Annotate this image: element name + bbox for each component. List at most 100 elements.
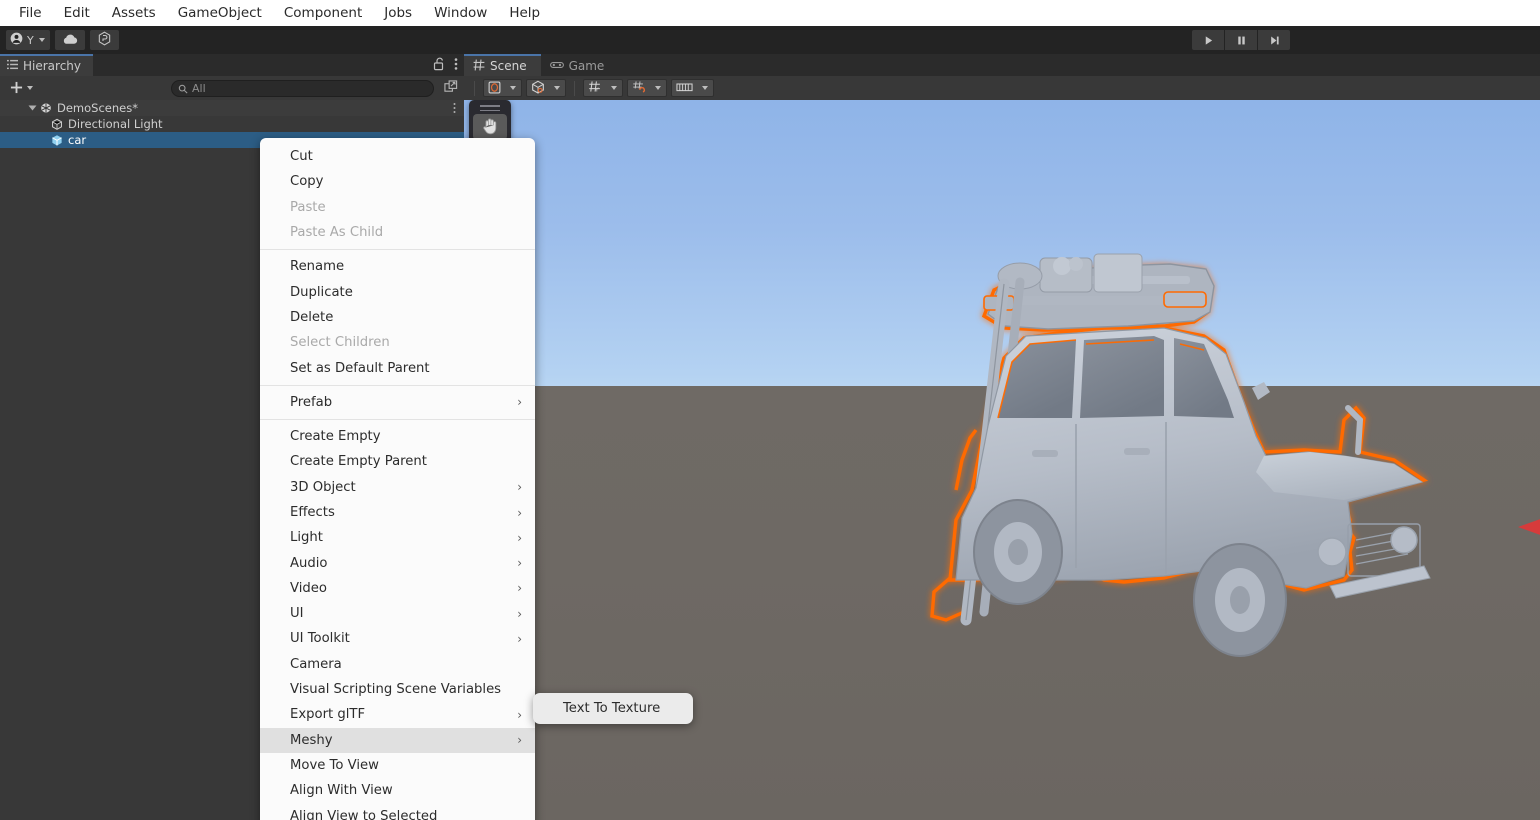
context-menu-item-create-empty[interactable]: Create Empty (260, 424, 535, 449)
context-menu-item-create-empty-parent[interactable]: Create Empty Parent (260, 449, 535, 474)
account-button[interactable]: Y (6, 30, 50, 50)
transform-gizmo[interactable] (1518, 100, 1540, 537)
meshy-submenu[interactable]: Text To Texture (533, 693, 693, 724)
hierarchy-search-input[interactable]: All (192, 82, 206, 95)
shaded-mode-icon (488, 79, 501, 98)
context-menu-item-3d-object[interactable]: 3D Object › (260, 475, 535, 500)
context-menu-item-export-gltf[interactable]: Export glTF › (260, 702, 535, 727)
hierarchy-row-demoscenes-[interactable]: DemoScenes* (0, 100, 464, 116)
submenu-item-text-to-texture[interactable]: Text To Texture (533, 693, 693, 724)
grid-size-dropdown[interactable] (671, 79, 714, 97)
menu-gameobject[interactable]: GameObject (167, 2, 273, 24)
context-menu-item-label: Delete (290, 309, 334, 325)
drag-handle[interactable] (480, 104, 500, 111)
chevron-right-icon: › (517, 581, 522, 596)
scene-tool-palette[interactable] (469, 100, 511, 143)
context-menu-item-label: Camera (290, 656, 342, 672)
hand-pan-tool[interactable] (473, 114, 507, 140)
context-menu-item-ui-toolkit[interactable]: UI Toolkit › (260, 626, 535, 651)
gizmos-y-icon: Y (588, 79, 602, 98)
context-menu-item-visual-scripting-scene-variables[interactable]: Visual Scripting Scene Variables (260, 677, 535, 702)
context-menu-item-label: Rename (290, 259, 345, 275)
context-menu-item-label: Cut (290, 149, 313, 165)
menu-assets[interactable]: Assets (101, 2, 167, 24)
search-icon (178, 79, 188, 98)
context-menu-item-set-as-default-parent[interactable]: Set as Default Parent (260, 355, 535, 380)
context-menu-item-ui[interactable]: UI › (260, 601, 535, 626)
context-menu-item-align-with-view[interactable]: Align With View (260, 778, 535, 803)
pause-button[interactable] (1225, 30, 1257, 50)
plus-icon (10, 79, 23, 98)
context-menu-item-label: Export glTF (290, 707, 366, 723)
draw-mode-dropdown[interactable] (483, 79, 522, 97)
unity-editor-window: File Edit Assets GameObject Component Jobs Win… (0, 0, 1540, 820)
kebab-menu-icon[interactable] (454, 56, 458, 75)
context-menu-item-cut[interactable]: Cut (260, 144, 535, 169)
expand-twisty-icon[interactable] (28, 105, 37, 111)
scene-kebab-menu-icon[interactable] (453, 102, 456, 117)
context-menu-item-rename[interactable]: Rename (260, 254, 535, 279)
tab-game[interactable]: Game (540, 54, 619, 76)
lock-open-icon[interactable] (433, 56, 445, 75)
gizmo-visibility-dropdown[interactable]: Y (583, 79, 623, 97)
context-menu-item-meshy[interactable]: Meshy › (260, 727, 535, 753)
unity-services-button[interactable] (89, 30, 119, 50)
context-menu-item-duplicate[interactable]: Duplicate (260, 279, 535, 304)
context-menu-item-label: Meshy (290, 732, 333, 748)
menu-jobs[interactable]: Jobs (373, 2, 423, 24)
context-menu-item-copy[interactable]: Copy (260, 169, 535, 194)
hierarchy-row-directional-light[interactable]: Directional Light (0, 116, 464, 132)
ruler-icon (676, 79, 693, 98)
context-menu-item-label: Align View to Selected (290, 808, 438, 820)
context-menu-item-move-to-view[interactable]: Move To View (260, 753, 535, 778)
add-gameobject-button[interactable] (6, 78, 37, 99)
gameobject-context-menu[interactable]: Cut Copy Paste Paste As Child Rename Duplicat… (260, 138, 535, 820)
account-label: Y (27, 33, 34, 47)
tab-scene[interactable]: Scene (464, 54, 541, 76)
step-button[interactable] (1258, 30, 1290, 50)
hierarchy-search-box[interactable]: All (171, 79, 434, 98)
menu-edit[interactable]: Edit (53, 2, 101, 24)
chevron-right-icon: › (517, 631, 522, 646)
menu-separator (260, 384, 535, 386)
context-menu-item-label: Create Empty (290, 429, 381, 445)
snap-toggle-dropdown[interactable] (627, 79, 667, 97)
grid-size-caret[interactable] (697, 79, 714, 97)
chevron-right-icon: › (517, 606, 522, 621)
panel-expand-icon[interactable] (444, 79, 458, 98)
context-menu-item-video[interactable]: Video › (260, 576, 535, 601)
menu-component[interactable]: Component (273, 2, 373, 24)
context-menu-item-label: Set as Default Parent (290, 360, 430, 376)
2d-3d-caret[interactable] (549, 79, 566, 97)
context-menu-item-audio[interactable]: Audio › (260, 550, 535, 575)
menu-window[interactable]: Window (423, 2, 498, 24)
context-menu-item-prefab[interactable]: Prefab › (260, 390, 535, 415)
context-menu-item-delete[interactable]: Delete (260, 305, 535, 330)
chevron-right-icon: › (517, 480, 522, 495)
context-menu-item-light[interactable]: Light › (260, 525, 535, 550)
snap-caret[interactable] (650, 79, 667, 97)
menu-file[interactable]: File (8, 2, 53, 24)
hierarchy-row-label: Directional Light (68, 117, 163, 131)
unity-scene-icon (40, 102, 52, 114)
context-menu-item-label: Align With View (290, 783, 393, 799)
context-menu-item-label: Select Children (290, 335, 390, 351)
pause-icon (1236, 31, 1247, 50)
context-menu-item-label: Visual Scripting Scene Variables (290, 682, 502, 698)
context-menu-item-effects[interactable]: Effects › (260, 500, 535, 525)
play-button[interactable] (1192, 30, 1224, 50)
2d-3d-toggle[interactable] (526, 79, 566, 97)
gizmo-caret[interactable] (606, 79, 623, 97)
context-menu-item-camera[interactable]: Camera (260, 652, 535, 677)
person-icon (10, 32, 23, 48)
draw-mode-caret[interactable] (505, 79, 522, 97)
tab-hierarchy[interactable]: Hierarchy (0, 54, 94, 76)
chevron-right-icon: › (517, 556, 522, 571)
context-menu-item-align-view-to-selected[interactable]: Align View to Selected (260, 803, 535, 820)
scene-tab-row: Scene Game (464, 54, 1540, 76)
context-menu-item-label: Effects (290, 505, 335, 520)
context-menu-item-label: Audio (290, 555, 328, 571)
hierarchy-tab-row: Hierarchy (0, 54, 464, 76)
cloud-button[interactable] (54, 30, 85, 50)
menu-help[interactable]: Help (498, 2, 551, 24)
